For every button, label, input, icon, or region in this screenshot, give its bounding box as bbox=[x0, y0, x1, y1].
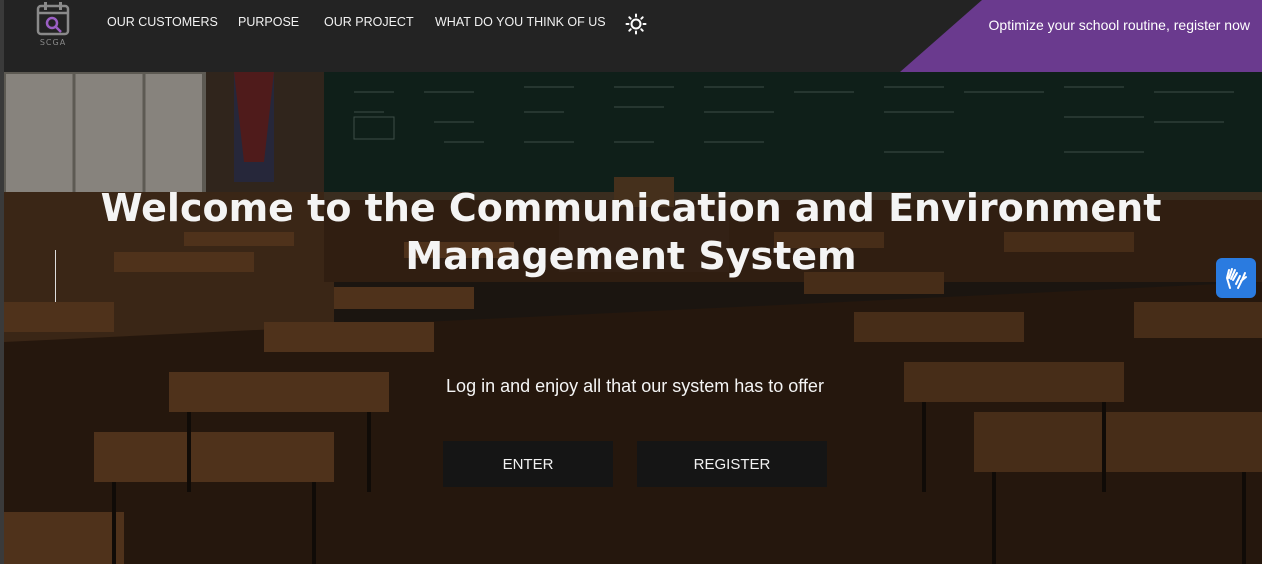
nav-our-project[interactable]: OUR PROJECT bbox=[324, 15, 414, 29]
nav-our-customers[interactable]: OUR CUSTOMERS bbox=[107, 15, 218, 29]
promo-text[interactable]: Optimize your school routine, register n… bbox=[989, 17, 1250, 33]
sign-language-hands-icon bbox=[1226, 268, 1247, 289]
site-header: SCGA OUR CUSTOMERS PURPOSE OUR PROJECT W… bbox=[0, 0, 1262, 72]
hero-title: Welcome to the Communication and Environ… bbox=[100, 186, 1162, 278]
nav-purpose[interactable]: PURPOSE bbox=[238, 15, 299, 29]
text-cursor bbox=[55, 250, 56, 302]
calendar-search-logo-icon bbox=[36, 2, 70, 36]
hero-dark-overlay bbox=[4, 72, 1262, 564]
register-button[interactable]: REGISTER bbox=[637, 441, 827, 487]
promo-banner[interactable]: Optimize your school routine, register n… bbox=[900, 0, 1262, 72]
site-logo[interactable]: SCGA bbox=[34, 2, 72, 48]
window-left-edge bbox=[0, 0, 4, 564]
sun-icon[interactable] bbox=[625, 13, 647, 35]
hero-section bbox=[4, 72, 1262, 564]
nav-what-do-you-think-of-us[interactable]: WHAT DO YOU THINK OF US bbox=[435, 15, 606, 29]
logo-text: SCGA bbox=[39, 38, 67, 47]
accessibility-widget-button[interactable] bbox=[1216, 258, 1256, 298]
enter-button[interactable]: ENTER bbox=[443, 441, 613, 487]
hero-subtitle: Log in and enjoy all that our system has… bbox=[446, 376, 824, 396]
